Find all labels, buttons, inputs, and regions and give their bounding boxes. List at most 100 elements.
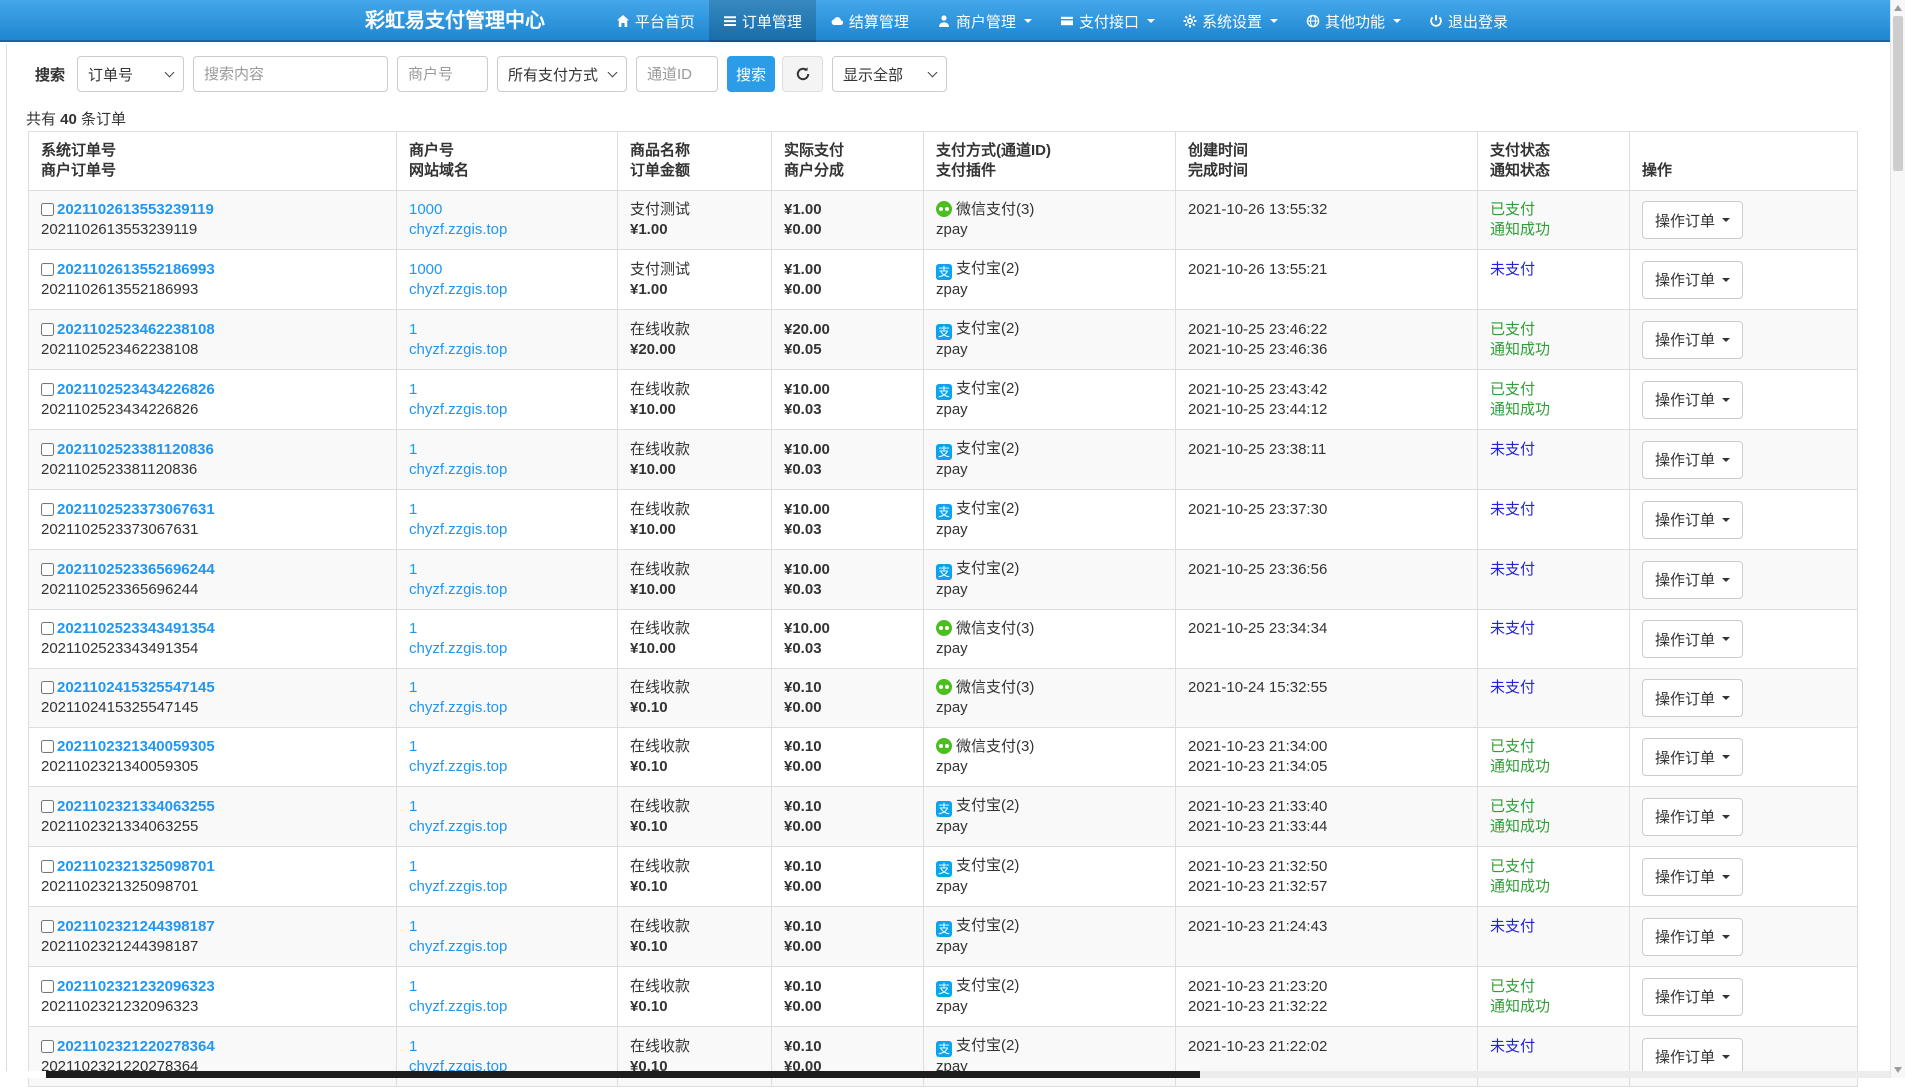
merchant-id-link[interactable]: 1000 — [409, 261, 442, 278]
nav-item-settlement[interactable]: 商户管理 结算管理 — [816, 0, 923, 42]
merchant-id-link[interactable]: 1 — [409, 381, 417, 398]
order-actions-button[interactable]: 操作订单 — [1642, 561, 1743, 599]
merchant-id-input[interactable] — [397, 56, 488, 92]
system-order-link[interactable]: 2021102523381120836 — [57, 441, 214, 458]
site-domain-link[interactable]: chyzf.zzgis.top — [409, 281, 507, 298]
horizontal-scrollbar[interactable] — [0, 1071, 1890, 1078]
order-actions-button[interactable]: 操作订单 — [1642, 201, 1743, 239]
merchant-id-link[interactable]: 1 — [409, 738, 417, 755]
site-domain-link[interactable]: chyzf.zzgis.top — [409, 581, 507, 598]
nav-item-merchants[interactable]: 商户管理 — [923, 0, 1046, 42]
site-domain-link[interactable]: chyzf.zzgis.top — [409, 938, 507, 955]
horizontal-scrollbar-thumb[interactable] — [46, 1071, 1200, 1078]
system-order-link[interactable]: 2021102321340059305 — [57, 738, 215, 755]
caret-down-icon — [1722, 338, 1730, 342]
order-actions-button[interactable]: 操作订单 — [1642, 620, 1743, 658]
order-actions-button[interactable]: 操作订单 — [1642, 321, 1743, 359]
order-actions-button[interactable]: 操作订单 — [1642, 381, 1743, 419]
system-order-link[interactable]: 2021102613553239119 — [57, 201, 214, 218]
row-checkbox[interactable] — [41, 622, 54, 635]
vertical-scrollbar-thumb[interactable] — [1893, 16, 1903, 171]
pay-type-select[interactable]: 所有支付方式 — [497, 56, 627, 92]
order-actions-button[interactable]: 操作订单 — [1642, 738, 1743, 776]
scroll-down-arrow[interactable] — [1894, 1067, 1902, 1073]
row-checkbox[interactable] — [41, 563, 54, 576]
system-order-link[interactable]: 2021102321325098701 — [57, 858, 215, 875]
row-checkbox[interactable] — [41, 503, 54, 516]
merchant-id-link[interactable]: 1 — [409, 501, 417, 518]
order-actions-button[interactable]: 操作订单 — [1642, 441, 1743, 479]
system-order-link[interactable]: 2021102523365696244 — [57, 561, 215, 578]
order-actions-button[interactable]: 操作订单 — [1642, 978, 1743, 1016]
merchant-id-link[interactable]: 1000 — [409, 201, 442, 218]
order-actions-button[interactable]: 操作订单 — [1642, 679, 1743, 717]
scroll-up-arrow[interactable] — [1894, 5, 1902, 11]
row-checkbox[interactable] — [41, 681, 54, 694]
order-actions-button[interactable]: 操作订单 — [1642, 798, 1743, 836]
row-checkbox[interactable] — [41, 920, 54, 933]
nav-item-payment-api[interactable]: 支付接口 — [1046, 0, 1169, 42]
search-button[interactable]: 搜索 — [727, 56, 775, 92]
row-checkbox[interactable] — [41, 323, 54, 336]
display-filter-select[interactable]: 显示全部 — [832, 56, 947, 92]
system-order-link[interactable]: 2021102523373067631 — [57, 501, 215, 518]
system-order-link[interactable]: 2021102321220278364 — [57, 1038, 215, 1055]
nav-item-system-settings[interactable]: 系统设置 — [1169, 0, 1292, 42]
payment-method-icon — [936, 679, 952, 695]
merchant-id-link[interactable]: 1 — [409, 441, 417, 458]
row-checkbox[interactable] — [41, 1040, 54, 1053]
channel-id-input[interactable] — [636, 56, 718, 92]
row-checkbox[interactable] — [41, 383, 54, 396]
order-actions-button[interactable]: 操作订单 — [1642, 858, 1743, 896]
row-checkbox[interactable] — [41, 443, 54, 456]
system-order-link[interactable]: 2021102321244398187 — [57, 918, 215, 935]
merchant-id-link[interactable]: 1 — [409, 918, 417, 935]
merchant-id-link[interactable]: 1 — [409, 858, 417, 875]
merchant-id-link[interactable]: 1 — [409, 798, 417, 815]
site-domain-link[interactable]: chyzf.zzgis.top — [409, 401, 507, 418]
nav-item-logout[interactable]: 退出登录 — [1415, 0, 1522, 42]
system-order-link[interactable]: 2021102523462238108 — [57, 321, 215, 338]
site-domain-link[interactable]: chyzf.zzgis.top — [409, 758, 507, 775]
site-domain-link[interactable]: chyzf.zzgis.top — [409, 341, 507, 358]
merchant-id-link[interactable]: 1 — [409, 1038, 417, 1055]
site-domain-link[interactable]: chyzf.zzgis.top — [409, 461, 507, 478]
nav-item-orders[interactable]: 订单管理 — [709, 0, 816, 42]
site-domain-link[interactable]: chyzf.zzgis.top — [409, 878, 507, 895]
site-domain-link[interactable]: chyzf.zzgis.top — [409, 221, 507, 238]
order-actions-button[interactable]: 操作订单 — [1642, 501, 1743, 539]
merchant-id-link[interactable]: 1 — [409, 679, 417, 696]
row-checkbox[interactable] — [41, 203, 54, 216]
row-checkbox[interactable] — [41, 980, 54, 993]
order-actions-button[interactable]: 操作订单 — [1642, 918, 1743, 956]
actual-paid-amount: ¥0.10 — [784, 797, 911, 817]
merchant-id-link[interactable]: 1 — [409, 321, 417, 338]
system-order-link[interactable]: 2021102613552186993 — [57, 261, 215, 278]
system-order-link[interactable]: 2021102523343491354 — [57, 620, 215, 637]
site-domain-link[interactable]: chyzf.zzgis.top — [409, 818, 507, 835]
vertical-scrollbar[interactable] — [1890, 0, 1905, 1078]
site-domain-link[interactable]: chyzf.zzgis.top — [409, 998, 507, 1015]
merchant-id-link[interactable]: 1 — [409, 978, 417, 995]
system-order-link[interactable]: 2021102415325547145 — [57, 679, 215, 696]
merchant-id-link[interactable]: 1 — [409, 561, 417, 578]
row-checkbox[interactable] — [41, 860, 54, 873]
system-order-link[interactable]: 2021102523434226826 — [57, 381, 215, 398]
merchant-id-link[interactable]: 1 — [409, 620, 417, 637]
site-domain-link[interactable]: chyzf.zzgis.top — [409, 699, 507, 716]
site-domain-link[interactable]: chyzf.zzgis.top — [409, 521, 507, 538]
nav-item-other-functions[interactable]: 其他功能 — [1292, 0, 1415, 42]
search-type-select[interactable]: 订单号 — [77, 56, 184, 92]
search-keyword-input[interactable] — [193, 56, 388, 92]
refresh-button[interactable] — [782, 56, 823, 92]
order-actions-button[interactable]: 操作订单 — [1642, 261, 1743, 299]
row-checkbox[interactable] — [41, 800, 54, 813]
system-order-link[interactable]: 2021102321334063255 — [57, 798, 215, 815]
site-domain-link[interactable]: chyzf.zzgis.top — [409, 640, 507, 657]
payment-method-icon — [936, 324, 952, 340]
row-checkbox[interactable] — [41, 263, 54, 276]
system-order-link[interactable]: 2021102321232096323 — [57, 978, 215, 995]
row-checkbox[interactable] — [41, 740, 54, 753]
nav-item-home[interactable]: 平台首页 — [602, 0, 709, 42]
order-actions-button[interactable]: 操作订单 — [1642, 1038, 1743, 1076]
